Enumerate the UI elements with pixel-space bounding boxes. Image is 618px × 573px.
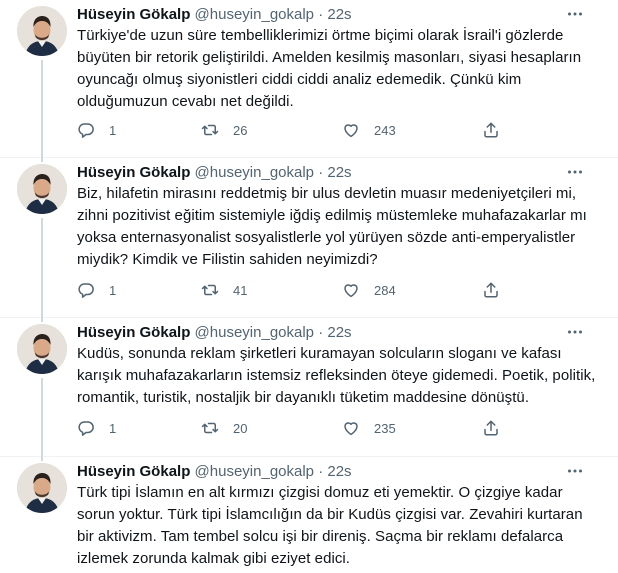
tweet-3[interactable]: Hüseyin Gökalp @huseyin_gokalp · 22s Kud… (0, 316, 618, 458)
reply-button[interactable]: 1 (77, 120, 116, 140)
like-button[interactable]: 235 (342, 418, 396, 438)
thread-connector (41, 378, 43, 458)
share-button[interactable] (482, 418, 500, 438)
retweet-count: 26 (233, 122, 248, 138)
avatar[interactable] (17, 164, 67, 214)
separator-dot: · (318, 164, 324, 181)
tweet-text: Biz, hilafetin mirasını reddetmiş bir ul… (77, 185, 587, 268)
avatar[interactable] (17, 6, 67, 56)
reply-count: 1 (109, 122, 117, 138)
retweet-icon (201, 419, 219, 437)
reply-icon (77, 121, 95, 139)
retweet-button[interactable]: 41 (201, 280, 247, 300)
tweet-4[interactable]: Hüseyin Gökalp @huseyin_gokalp · 22s Tür… (0, 455, 618, 573)
reply-button[interactable]: 1 (77, 280, 116, 300)
tweet-text: Türkiye'de uzun süre tembelliklerimizi ö… (77, 27, 582, 110)
avatar-image (17, 6, 67, 56)
thread-connector (41, 455, 43, 461)
thread-connector (41, 218, 43, 318)
more-icon[interactable] (565, 162, 585, 182)
retweet-icon (201, 121, 219, 139)
retweet-button[interactable]: 20 (201, 418, 247, 438)
author-name[interactable]: Hüseyin Gökalp (77, 6, 190, 23)
retweet-count: 20 (233, 420, 248, 436)
like-icon (342, 121, 360, 139)
share-button[interactable] (482, 120, 500, 140)
tweet-text: Kudüs, sonunda reklam şirketleri kuramay… (77, 345, 596, 406)
timestamp[interactable]: 22s (327, 164, 351, 181)
share-button[interactable] (482, 280, 500, 300)
author-handle[interactable]: @huseyin_gokalp (195, 6, 314, 23)
author-handle[interactable]: @huseyin_gokalp (195, 164, 314, 181)
separator-dot: · (318, 463, 324, 480)
tweet-header: Hüseyin Gökalp @huseyin_gokalp · 22s (77, 324, 352, 342)
thread-connector (41, 156, 43, 162)
share-icon (482, 121, 500, 139)
avatar-image (17, 463, 67, 513)
timestamp[interactable]: 22s (327, 463, 351, 480)
thread-connector (41, 60, 43, 160)
author-handle[interactable]: @huseyin_gokalp (195, 463, 314, 480)
avatar-image (17, 324, 67, 374)
avatar-image (17, 164, 67, 214)
tweet-header: Hüseyin Gökalp @huseyin_gokalp · 22s (77, 463, 352, 481)
reply-button[interactable]: 1 (77, 418, 116, 438)
like-button[interactable]: 284 (342, 280, 396, 300)
thread-connector (41, 316, 43, 322)
reply-icon (77, 419, 95, 437)
timestamp[interactable]: 22s (327, 6, 351, 23)
like-count: 284 (374, 282, 396, 298)
like-count: 235 (374, 420, 396, 436)
tweet-2[interactable]: Hüseyin Gökalp @huseyin_gokalp · 22s Biz… (0, 156, 618, 318)
retweet-icon (201, 281, 219, 299)
tweet-actions: 1 41 284 (77, 280, 517, 300)
like-count: 243 (374, 122, 396, 138)
timestamp[interactable]: 22s (327, 324, 351, 341)
like-button[interactable]: 243 (342, 120, 396, 140)
author-name[interactable]: Hüseyin Gökalp (77, 164, 190, 181)
tweet-header: Hüseyin Gökalp @huseyin_gokalp · 22s (77, 6, 352, 24)
author-name[interactable]: Hüseyin Gökalp (77, 324, 190, 341)
separator-dot: · (318, 324, 324, 341)
avatar[interactable] (17, 324, 67, 374)
author-handle[interactable]: @huseyin_gokalp (195, 324, 314, 341)
tweet-thread: Hüseyin Gökalp @huseyin_gokalp · 22s Tür… (0, 0, 618, 573)
more-icon[interactable] (565, 322, 585, 342)
share-icon (482, 419, 500, 437)
reply-count: 1 (109, 420, 117, 436)
tweet-text: Türk tipi İslamın en alt kırmızı çizgisi… (77, 484, 583, 567)
reply-count: 1 (109, 282, 117, 298)
reply-icon (77, 281, 95, 299)
tweet-1[interactable]: Hüseyin Gökalp @huseyin_gokalp · 22s Tür… (0, 0, 618, 160)
retweet-count: 41 (233, 282, 248, 298)
tweet-actions: 1 20 235 (77, 418, 517, 438)
retweet-button[interactable]: 26 (201, 120, 247, 140)
separator-dot: · (318, 6, 324, 23)
share-icon (482, 281, 500, 299)
like-icon (342, 419, 360, 437)
more-icon[interactable] (565, 461, 585, 481)
more-icon[interactable] (565, 4, 585, 24)
tweet-header: Hüseyin Gökalp @huseyin_gokalp · 22s (77, 164, 352, 182)
like-icon (342, 281, 360, 299)
author-name[interactable]: Hüseyin Gökalp (77, 463, 190, 480)
avatar[interactable] (17, 463, 67, 513)
tweet-actions: 1 26 243 (77, 120, 517, 140)
